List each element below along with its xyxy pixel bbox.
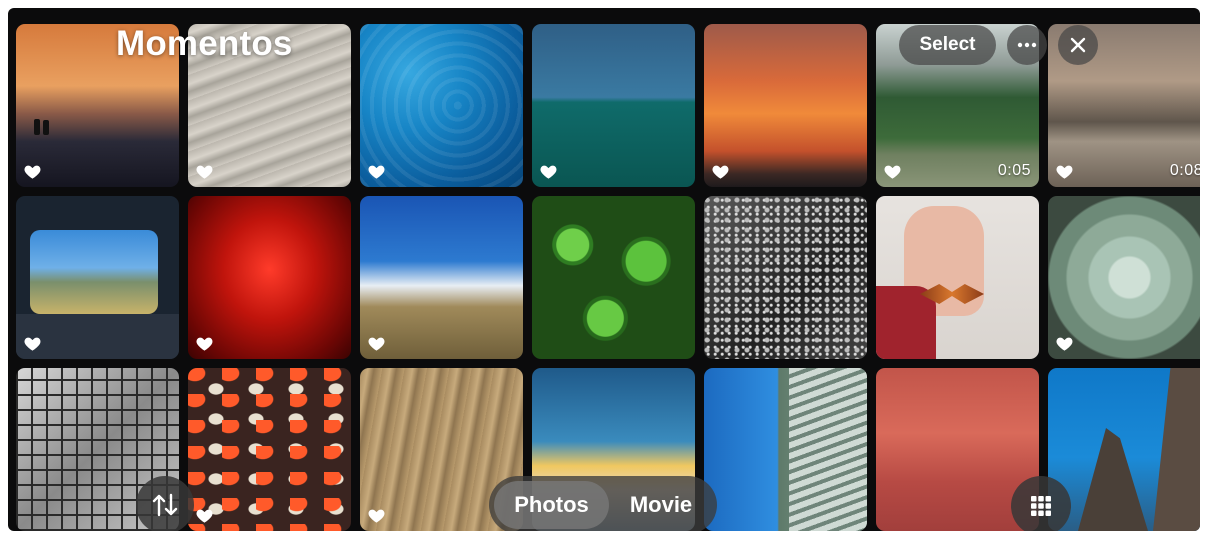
view-mode-segmented-control: Photos Movie (489, 476, 717, 531)
photo-tile[interactable] (704, 24, 867, 187)
photo-tile[interactable] (876, 196, 1039, 359)
select-button[interactable]: Select (899, 25, 996, 65)
favorite-heart-icon (884, 165, 901, 179)
video-duration: 0:05 (997, 162, 1031, 179)
favorite-heart-icon (368, 337, 385, 351)
ellipsis-icon (1017, 42, 1037, 48)
car-window-view (30, 230, 158, 314)
video-duration: 0:08 (1169, 162, 1200, 179)
favorite-heart-icon (1056, 337, 1073, 351)
photo-tile[interactable] (532, 24, 695, 187)
photo-tile[interactable] (532, 196, 695, 359)
close-button[interactable] (1058, 25, 1098, 65)
cliff (1153, 368, 1200, 531)
photo-tile[interactable] (360, 24, 523, 187)
building-facade (789, 368, 867, 531)
photo-tile[interactable] (188, 368, 351, 531)
favorite-heart-icon (196, 337, 213, 351)
favorite-heart-icon (196, 509, 213, 523)
grid-view-icon (1031, 496, 1051, 516)
person-silhouette (43, 120, 49, 135)
photo-tile[interactable] (188, 196, 351, 359)
album-title: Momentos (116, 24, 293, 63)
person-silhouette (34, 119, 40, 135)
favorite-heart-icon (712, 165, 729, 179)
sort-arrows-icon (152, 493, 178, 517)
favorite-heart-icon (540, 165, 557, 179)
sort-button[interactable] (136, 476, 194, 531)
photos-segment[interactable]: Photos (494, 481, 609, 529)
movie-segment[interactable]: Movie (611, 481, 711, 529)
favorite-heart-icon (368, 509, 385, 523)
favorite-heart-icon (24, 165, 41, 179)
favorite-heart-icon (24, 337, 41, 351)
favorite-heart-icon (196, 165, 213, 179)
photo-tile[interactable] (360, 196, 523, 359)
more-options-button[interactable] (1007, 25, 1047, 65)
photo-tile[interactable] (16, 196, 179, 359)
close-icon (1070, 37, 1086, 53)
photo-tile[interactable] (704, 196, 867, 359)
grid-view-button[interactable] (1011, 476, 1071, 531)
photo-tile[interactable] (704, 368, 867, 531)
favorite-heart-icon (1056, 165, 1073, 179)
favorite-heart-icon (368, 165, 385, 179)
photo-tile[interactable] (1048, 196, 1200, 359)
sea-rock (1078, 428, 1148, 531)
photos-app-window: 0:05 0:08 Momentos Select Photos Movie (8, 8, 1200, 531)
photo-grid: 0:05 0:08 (8, 8, 1200, 531)
